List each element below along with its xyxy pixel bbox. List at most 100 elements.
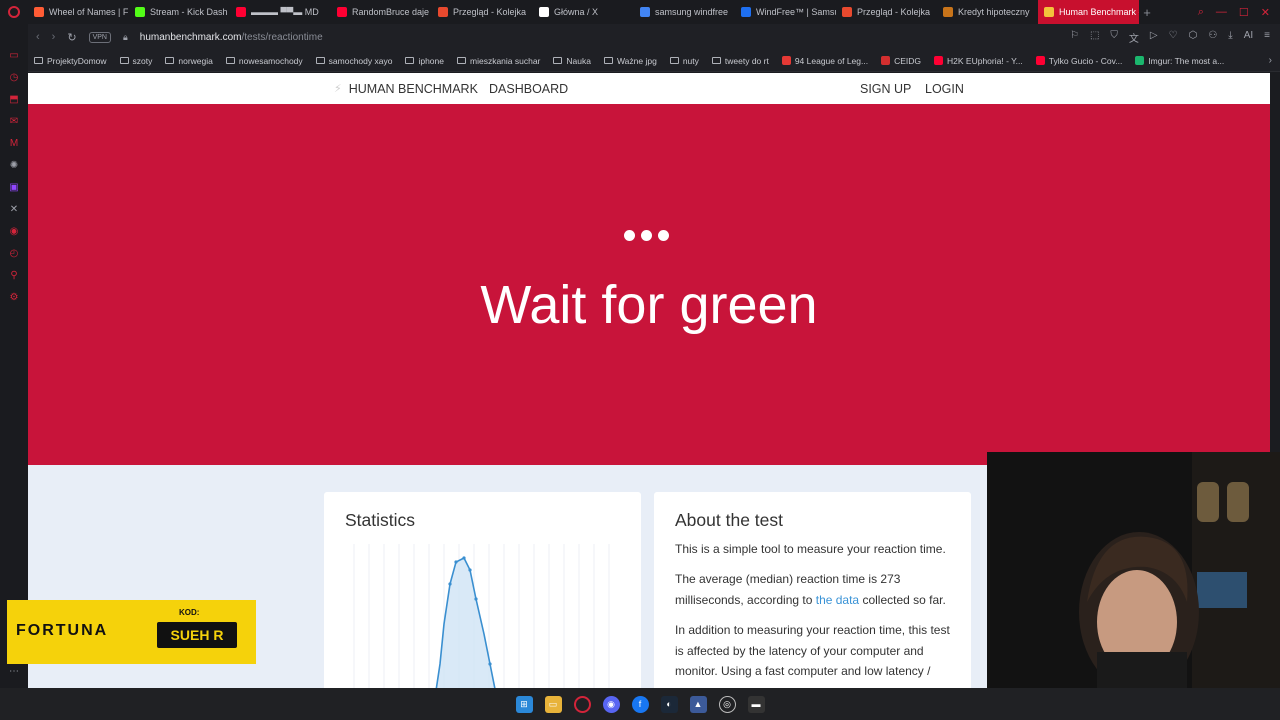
lock-icon[interactable]: 🔒︎ (123, 32, 128, 43)
bookmark-icon[interactable]: ⚐ (1070, 30, 1079, 45)
search-icon[interactable]: ⌕ (1198, 6, 1204, 19)
adblock-icon[interactable]: ⛉ (1110, 30, 1118, 45)
tab-favicon-icon (236, 7, 246, 17)
chevron-right-icon[interactable]: › (1269, 55, 1280, 66)
browser-tab[interactable]: WindFree™ | Samsu (735, 0, 836, 24)
translate-icon[interactable]: 文 (1129, 30, 1139, 45)
about-card: About the test This is a simple tool to … (654, 492, 971, 688)
history-icon[interactable]: ◷ (8, 72, 20, 84)
sign-up-link[interactable]: SIGN UP (860, 73, 911, 104)
bookmark-item[interactable]: mieszkania suchar (457, 56, 540, 66)
chatgpt-icon[interactable]: ✺ (8, 160, 20, 172)
bookmark-item[interactable]: norwegia (165, 56, 213, 66)
close-icon[interactable]: ✕ (1261, 6, 1270, 19)
reaction-test-area[interactable]: Wait for green (28, 104, 1270, 465)
folder-icon (34, 57, 43, 64)
browser-tab[interactable]: Stream - Kick Dash (129, 0, 230, 24)
download-icon[interactable]: ⤓ (1228, 30, 1232, 45)
minimize-icon[interactable]: — (1216, 6, 1227, 19)
file-explorer-icon[interactable]: ▭ (544, 695, 562, 713)
about-paragraph-3: In addition to measuring your reaction t… (675, 623, 950, 678)
bookmark-item[interactable]: H2K EUphoria! - Y... (934, 56, 1023, 66)
login-link[interactable]: LOGIN (925, 73, 964, 104)
waiting-dots-icon (624, 230, 669, 241)
browser-tab[interactable]: samsung windfree (634, 0, 735, 24)
browser-tab[interactable]: Główna / X (533, 0, 634, 24)
folder-icon (165, 57, 175, 64)
speed-dial-icon[interactable]: ▭ (8, 50, 20, 62)
browser-tab[interactable]: ▬▬▬ ▀▀▬ MD (230, 0, 331, 24)
bookmark-item[interactable]: Tylko Gucio - Cov... (1035, 56, 1122, 66)
bookmark-label: CEIDG (894, 55, 922, 66)
obs-icon[interactable]: ◎ (718, 695, 736, 713)
bookmark-item[interactable]: 94 League of Leg... (781, 56, 868, 66)
site-favicon-icon (934, 56, 944, 65)
folder-icon (553, 57, 563, 64)
app-icon[interactable]: ▲ (689, 695, 707, 713)
bookmark-item[interactable]: nowesamochody (225, 56, 303, 66)
opera-gx-icon[interactable] (573, 695, 591, 713)
menu-icon[interactable]: ≡ (1264, 30, 1270, 45)
extensions-icon[interactable]: ⬡ (1189, 30, 1198, 45)
forward-icon[interactable]: › (52, 31, 56, 43)
browser-tab[interactable]: Human Benchmark - Reac (1038, 0, 1139, 24)
vpn-badge[interactable]: VPN (88, 31, 111, 43)
the-data-link[interactable]: the data (816, 593, 859, 607)
new-tab-button[interactable]: + (1139, 5, 1155, 20)
about-paragraph-2: The average (median) reaction time is 27… (675, 569, 960, 610)
facebook-icon[interactable]: f (631, 695, 649, 713)
opera-logo-icon[interactable] (0, 0, 28, 24)
windows-start-icon[interactable]: ⊞ (515, 695, 533, 713)
browser-tab[interactable]: Kredyt hipoteczny (937, 0, 1038, 24)
player-icon[interactable]: ◉ (8, 226, 20, 238)
bookmark-item[interactable]: Imgur: The most a... (1135, 56, 1224, 66)
terminal-icon[interactable]: ▬ (747, 695, 765, 713)
pin-icon[interactable]: ⚲ (8, 270, 20, 282)
folder-icon (225, 57, 235, 64)
folder-icon (711, 57, 721, 64)
twitch-icon[interactable]: ▣ (8, 182, 20, 194)
clock-icon[interactable]: ◴ (8, 248, 20, 260)
url-field[interactable]: humanbenchmark.com/tests/reactiontime (140, 32, 323, 43)
bookmark-item[interactable]: Ważne jpg (603, 56, 657, 66)
play-icon[interactable]: ▷ (1150, 30, 1158, 45)
bookmark-item[interactable]: ProjektyDomow (34, 56, 107, 66)
folder-icon (119, 57, 129, 64)
bookmark-item[interactable]: Nauka (553, 56, 591, 66)
back-icon[interactable]: ‹ (36, 31, 40, 43)
brand-link[interactable]: ⚡︎ HUMAN BENCHMARK (334, 73, 478, 104)
x-icon[interactable]: ✕ (8, 204, 20, 216)
bookmark-item[interactable]: szoty (119, 56, 152, 66)
dashboard-link[interactable]: DASHBOARD (489, 73, 568, 104)
ai-button[interactable]: AI (1244, 30, 1253, 45)
reaction-time-distribution-chart (353, 544, 610, 688)
snapshot-icon[interactable]: ⬚ (1090, 30, 1099, 45)
bookmark-label: samochody xayo (328, 55, 393, 66)
settings-icon[interactable]: ⚙ (8, 292, 20, 304)
browser-tab[interactable]: Przegląd - Kolejka (432, 0, 533, 24)
tab-label: Główna / X (554, 7, 599, 17)
discord-icon[interactable]: ◉ (602, 695, 620, 713)
maximize-icon[interactable]: ☐ (1239, 6, 1249, 19)
windows-taskbar: ⊞ ▭ ◉ f ◐ ▲ ◎ ▬ (0, 688, 1280, 720)
heart-icon[interactable]: ♡ (1169, 30, 1178, 45)
bookmark-item[interactable]: nuty (669, 56, 699, 66)
bookmark-item[interactable]: iphone (405, 56, 444, 66)
bookmark-label: iphone (418, 55, 444, 66)
reload-icon[interactable]: ↻ (67, 31, 76, 44)
workspaces-icon[interactable]: ⬒ (8, 94, 20, 106)
bookmark-item[interactable]: CEIDG (881, 56, 921, 66)
bookmark-item[interactable]: tweety do rt (711, 56, 769, 66)
mail-icon[interactable]: M (8, 138, 20, 150)
tab-favicon-icon (34, 7, 44, 17)
bookmark-item[interactable]: samochody xayo (315, 55, 393, 66)
more-icon[interactable]: ⋯ (8, 666, 20, 678)
folder-icon (603, 57, 613, 64)
steam-icon[interactable]: ◐ (660, 695, 678, 713)
browser-tab[interactable]: Wheel of Names | F (28, 0, 129, 24)
messenger-icon[interactable]: ✉ (8, 116, 20, 128)
tab-label: Wheel of Names | F (49, 7, 129, 17)
wallet-icon[interactable]: ⚇ (1208, 30, 1217, 45)
browser-tab[interactable]: RandomBruce daje (331, 0, 432, 24)
browser-tab[interactable]: Przegląd - Kolejka (836, 0, 937, 24)
